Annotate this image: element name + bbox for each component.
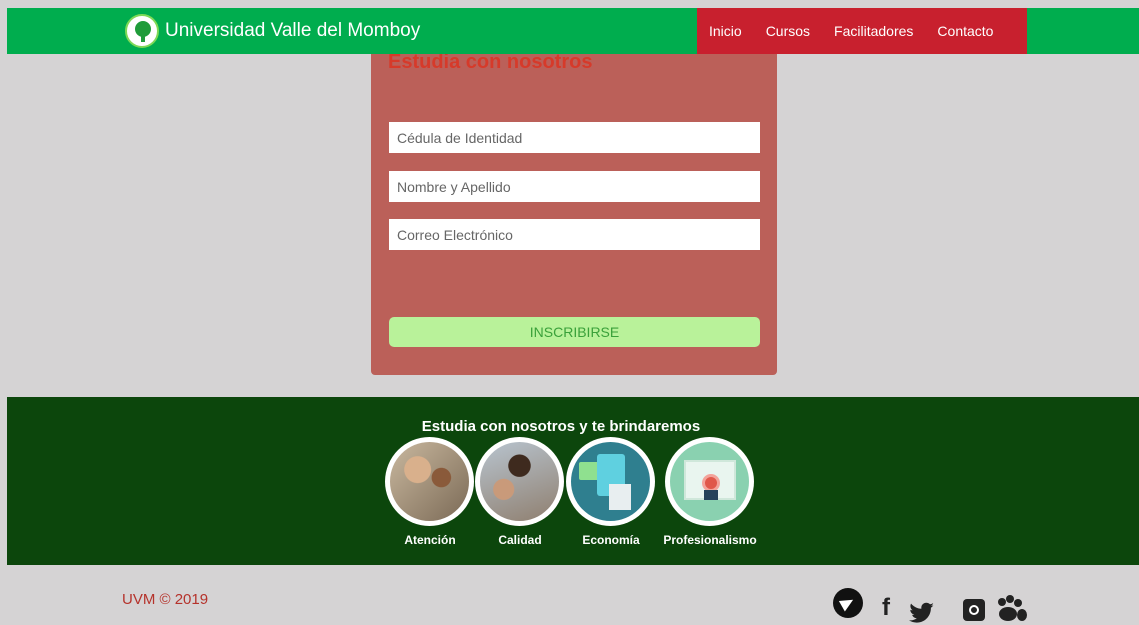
inscribirse-button[interactable]: INSCRIBIRSE (389, 317, 760, 347)
top-navbar: Universidad Valle del Momboy Inicio Curs… (7, 8, 1139, 54)
twitter-icon[interactable] (900, 598, 958, 625)
nav-item-cursos[interactable]: Cursos (754, 23, 822, 39)
cedula-input[interactable] (389, 122, 760, 153)
feature-label: Profesionalismo (663, 533, 757, 547)
nav-item-inicio[interactable]: Inicio (697, 23, 754, 39)
paw-icon[interactable] (992, 594, 1032, 624)
nav-item-facilitadores[interactable]: Facilitadores (822, 23, 925, 39)
brand[interactable]: Universidad Valle del Momboy (125, 12, 420, 50)
nav-item-contacto[interactable]: Contacto (925, 23, 1005, 39)
university-logo-icon (125, 14, 159, 48)
students-photo (390, 442, 469, 521)
full-name-input[interactable] (389, 171, 760, 202)
feature-calidad: Calidad (475, 437, 565, 547)
feature-label: Economía (582, 533, 640, 547)
copyright-text: UVM © 2019 (122, 591, 209, 608)
features-title: Estudia con nosotros y te brindaremos (421, 418, 701, 435)
email-input[interactable] (389, 219, 760, 250)
certificate-icon (670, 442, 749, 521)
feature-profesionalismo: Profesionalismo (663, 437, 757, 547)
nav-menu: Inicio Cursos Facilitadores Contacto (697, 8, 1027, 54)
telegram-icon[interactable] (833, 588, 863, 618)
feature-economia: Economía (566, 437, 656, 547)
calculator-icon (571, 442, 650, 521)
form-title: Estudia con nosotros (388, 54, 593, 70)
facebook-icon[interactable]: f (882, 596, 890, 625)
features-band: Estudia con nosotros y te brindaremos At… (7, 397, 1139, 565)
registration-card: Estudia con nosotros INSCRIBIRSE (371, 54, 777, 375)
feature-atencion: Atención (385, 437, 475, 547)
instagram-icon[interactable] (963, 599, 985, 621)
brand-name: Universidad Valle del Momboy (165, 20, 421, 41)
team-photo (480, 442, 559, 521)
